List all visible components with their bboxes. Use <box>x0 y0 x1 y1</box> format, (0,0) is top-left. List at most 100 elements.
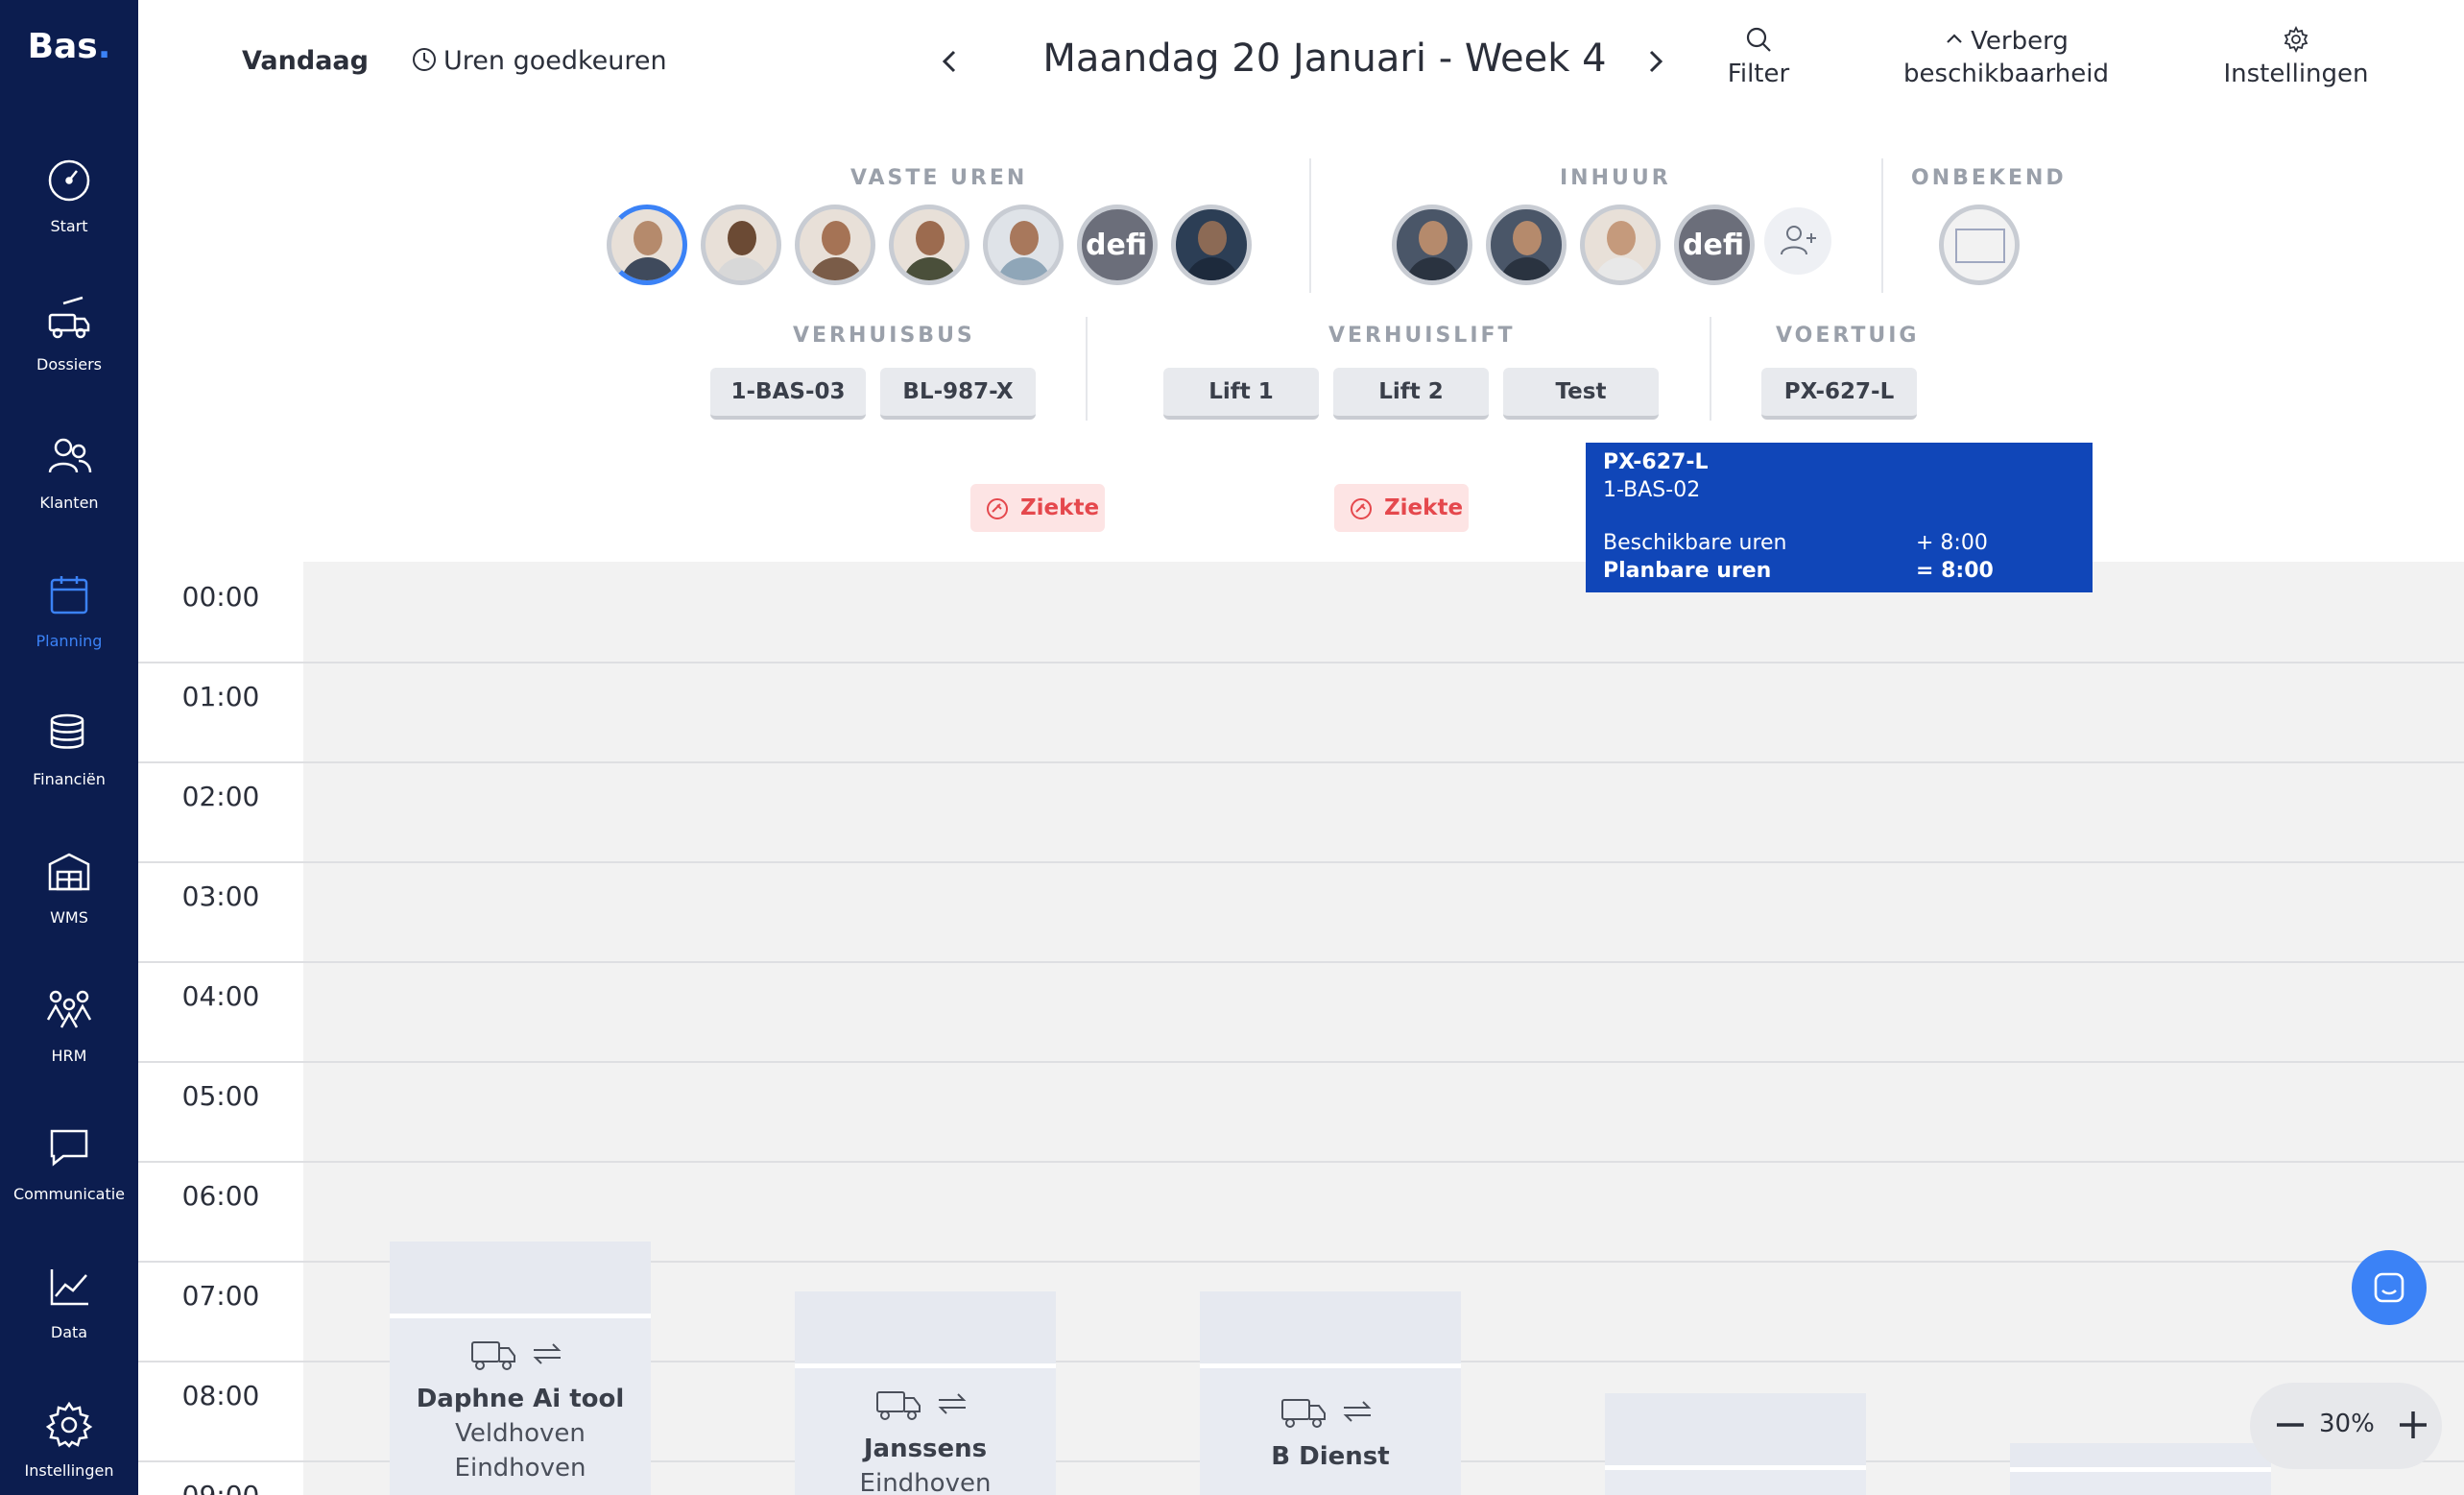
hour-label: 08:00 <box>181 1380 260 1411</box>
hour-gridline <box>138 961 2464 963</box>
job-card-header <box>1605 1393 1866 1470</box>
sidebar-item-instellingen[interactable]: Instellingen <box>0 1390 138 1495</box>
employee-avatar[interactable] <box>701 205 781 285</box>
add-user-icon <box>1781 226 1816 255</box>
employee-avatar[interactable] <box>1171 205 1252 285</box>
zoom-out-button[interactable] <box>2271 1404 2309 1446</box>
line-chart-icon <box>50 1269 88 1306</box>
lift-chip[interactable]: Lift 2 <box>1333 368 1489 420</box>
section-divider <box>1309 158 1311 293</box>
job-card-header <box>390 1242 651 1318</box>
time-column: 00:00 01:00 02:00 03:00 04:00 05:00 06:0… <box>138 562 303 1495</box>
zoom-in-button[interactable] <box>2394 1404 2432 1446</box>
moving-truck-icon <box>48 296 90 339</box>
approve-hours-button[interactable]: Uren goedkeuren <box>411 46 667 76</box>
unknown-avatar[interactable] <box>1939 205 2020 285</box>
repeat-icon <box>533 1343 562 1364</box>
employee-avatar[interactable] <box>983 205 1064 285</box>
tooltip-plannable-label: Planbare uren <box>1603 559 1772 583</box>
gear-icon <box>45 1401 93 1448</box>
gear-icon <box>2284 25 2309 54</box>
sidebar-item-label: Klanten <box>39 494 99 512</box>
tooltip-line-1: PX-627-L <box>1603 450 1709 474</box>
job-title: B Dienst <box>1271 1442 1390 1471</box>
sidebar-item-hrm[interactable]: HRM <box>0 976 138 1091</box>
previous-day-button[interactable] <box>931 42 969 81</box>
truck-icon <box>471 1341 515 1370</box>
thermometer-icon <box>1351 498 1372 519</box>
vehicle-chip[interactable]: 1-BAS-03 <box>710 368 866 420</box>
section-title-inhuur: INHUUR <box>1560 166 1671 190</box>
vehicle-chip[interactable]: BL-987-X <box>880 368 1036 420</box>
add-hired-button[interactable] <box>1764 207 1831 275</box>
hired-avatar[interactable]: defi <box>1674 205 1755 285</box>
vehicle-tooltip: PX-627-L 1-BAS-02 Beschikbare uren + 8:0… <box>1586 443 2093 592</box>
calendar-icon <box>50 576 88 615</box>
team-icon <box>46 990 92 1028</box>
support-chat-button[interactable] <box>2352 1250 2427 1325</box>
next-day-button[interactable] <box>1636 42 1674 81</box>
hour-label: 09:00 <box>138 1460 303 1495</box>
hired-avatar[interactable] <box>1392 205 1472 285</box>
lift-chip[interactable]: Test <box>1503 368 1659 420</box>
job-card[interactable] <box>2010 1443 2271 1495</box>
chat-icon <box>50 1129 88 1167</box>
truck-icon <box>876 1391 921 1420</box>
job-card-body: Daphne Ai tool Veldhoven Eindhoven <box>390 1323 651 1483</box>
sidebar-item-dossiers[interactable]: Dossiers <box>0 284 138 399</box>
tooltip-available-value: + 8:00 <box>1916 531 1988 555</box>
employee-avatar[interactable] <box>607 205 687 285</box>
tooltip-available-label: Beschikbare uren <box>1603 531 1787 555</box>
tooltip-line-2: 1-BAS-02 <box>1603 478 1701 502</box>
job-card-header <box>1200 1291 1461 1368</box>
hour-label: 06:00 <box>181 1180 260 1212</box>
job-origin: Veldhoven <box>455 1419 586 1448</box>
job-origin: Eindhoven <box>859 1469 992 1495</box>
lift-chip[interactable]: Lift 1 <box>1163 368 1319 420</box>
hour-label: 03:00 <box>181 880 260 912</box>
vehicle-chip[interactable]: PX-627-L <box>1761 368 1917 420</box>
sidebar-item-label: Financiën <box>33 770 106 788</box>
sidebar-item-data[interactable]: Data <box>0 1252 138 1367</box>
filter-button[interactable]: Filter <box>1710 25 1806 88</box>
job-card-body: B Dienst <box>1200 1373 1461 1471</box>
job-card[interactable] <box>1605 1393 1866 1495</box>
sick-badge[interactable]: Ziekte <box>1334 484 1469 532</box>
sidebar-item-communicatie[interactable]: Communicatie <box>0 1114 138 1229</box>
chat-icon <box>2374 1272 2404 1303</box>
today-button[interactable]: Vandaag <box>242 46 369 76</box>
hour-label: 01:00 <box>181 681 260 712</box>
logo[interactable]: Bas. <box>0 27 138 66</box>
job-card[interactable]: Daphne Ai tool Veldhoven Eindhoven <box>390 1242 651 1495</box>
timeline-grid[interactable]: 00:00 01:00 02:00 03:00 04:00 05:00 06:0… <box>138 562 2464 1495</box>
job-destination: Eindhoven <box>454 1454 586 1483</box>
sidebar-item-klanten[interactable]: Klanten <box>0 422 138 538</box>
section-divider <box>1710 317 1711 421</box>
sick-badge[interactable]: Ziekte <box>970 484 1105 532</box>
hide-availability-button[interactable]: Verberg beschikbaarheid <box>1881 27 2131 88</box>
hide-availability-label-1: Verberg <box>1971 27 2069 56</box>
job-card[interactable]: Janssens Eindhoven <box>795 1291 1056 1495</box>
hour-gridline <box>138 861 2464 863</box>
coins-icon <box>50 713 84 749</box>
customers-icon <box>48 438 92 473</box>
job-card[interactable]: B Dienst <box>1200 1291 1461 1495</box>
sidebar-item-planning[interactable]: Planning <box>0 561 138 676</box>
current-date-title: Maandag 20 Januari - Week 4 <box>1042 36 1607 81</box>
hour-gridline <box>138 1161 2464 1163</box>
settings-button[interactable]: Instellingen <box>2219 25 2373 88</box>
sidebar-item-wms[interactable]: WMS <box>0 837 138 952</box>
hour-label: 00:00 <box>181 581 260 613</box>
employee-avatar[interactable] <box>795 205 875 285</box>
employee-avatar[interactable]: defi <box>1077 205 1158 285</box>
employee-avatar[interactable] <box>889 205 969 285</box>
hired-avatar[interactable] <box>1486 205 1567 285</box>
job-title: Janssens <box>863 1435 988 1463</box>
sidebar-item-label: Planning <box>36 632 103 650</box>
repeat-icon <box>1343 1401 1372 1422</box>
sidebar-item-financien[interactable]: Financiën <box>0 699 138 814</box>
truck-icon <box>1281 1399 1326 1428</box>
sidebar-item-start[interactable]: Start <box>0 146 138 261</box>
hired-avatar[interactable] <box>1580 205 1661 285</box>
job-card-header <box>2010 1443 2271 1472</box>
